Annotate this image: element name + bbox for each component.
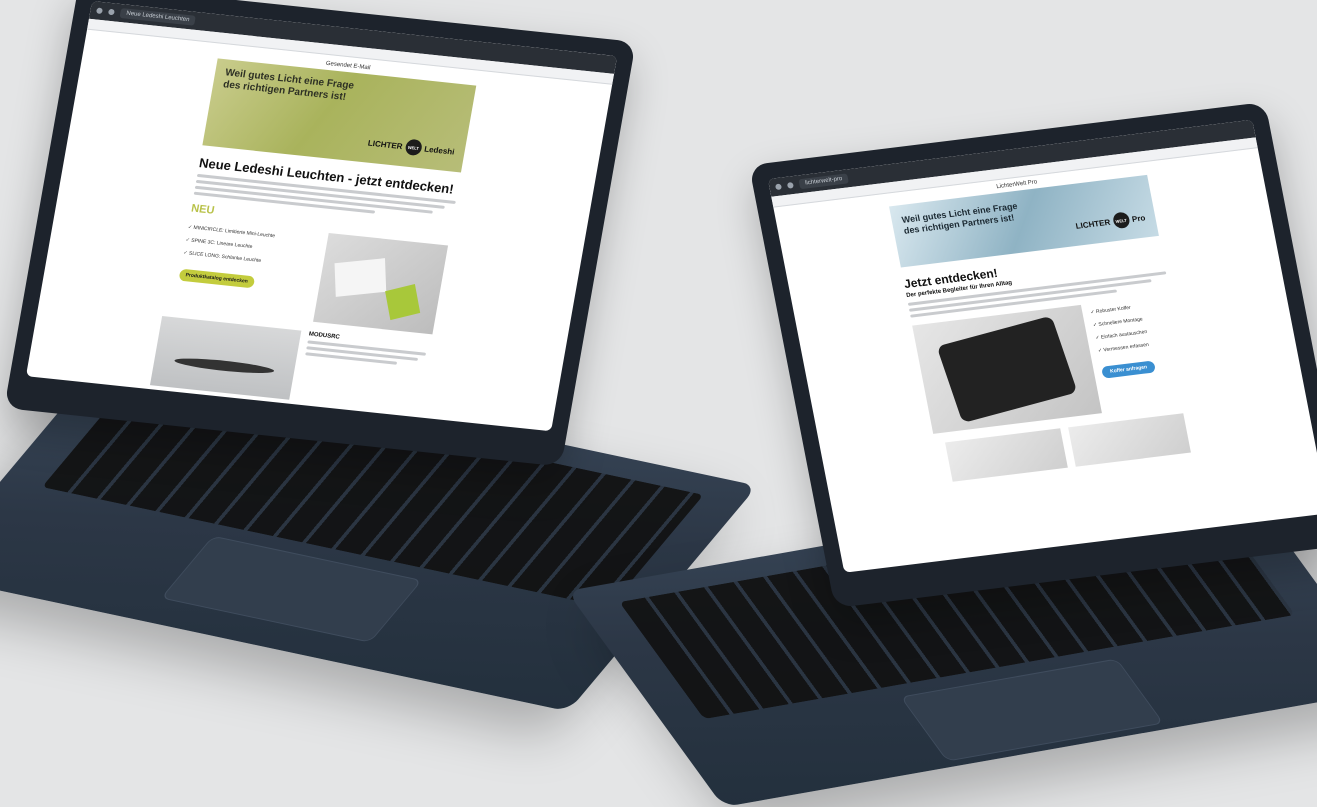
email-body: Gesendet E-Mail Weil gutes Licht eine Fr… — [27, 30, 613, 428]
browser-tab[interactable]: lichterwelt-pro — [798, 173, 850, 190]
logo-word: LICHTER — [1074, 217, 1111, 231]
logo-badge: WELT — [404, 138, 423, 157]
lamp-image — [149, 315, 302, 400]
back-icon[interactable] — [786, 182, 794, 189]
logo-suffix: Pro — [1131, 212, 1147, 224]
thumbnail-image — [1068, 413, 1191, 467]
laptop-2-screen: lichterwelt-pro LichterWelt Pro Weil gut… — [767, 119, 1317, 573]
check-item: ✓ Vermessen erfassen — [1097, 341, 1150, 355]
product-bullets: ✓ MINICIRCLE: Limitierte Mini-Leuchte ✓ … — [174, 218, 321, 321]
brand-logo: LICHTER WELT Pro — [1074, 210, 1147, 234]
laptop-1-screen: Neue Ledeshi Leuchten Gesendet E-Mail We… — [25, 0, 618, 432]
banner-text: Weil gutes Licht eine Frage des richtige… — [222, 67, 355, 103]
feature-checks: ✓ Robuster Koffer ✓ Schnellere Montage ✓… — [1089, 294, 1191, 412]
product-row-2: MODUSRC — [149, 315, 441, 414]
request-case-button[interactable]: Koffer anfragen — [1101, 360, 1157, 379]
close-icon[interactable] — [774, 183, 783, 191]
logo-suffix: Ledeshi — [423, 144, 456, 157]
product-image — [313, 232, 449, 335]
brand-logo: LICHTER WELT Ledeshi — [367, 135, 456, 160]
product-row: ✓ Robuster Koffer ✓ Schnellere Montage ✓… — [912, 294, 1191, 434]
close-icon[interactable] — [95, 7, 103, 15]
banner-text: Weil gutes Licht eine Frage des richtige… — [900, 200, 1019, 236]
thumbnail-image — [945, 428, 1068, 482]
product2-text: MODUSRC — [297, 331, 440, 414]
logo-word: LICHTER — [367, 138, 404, 151]
case-image — [912, 304, 1102, 434]
catalog-button[interactable]: Produktkatalog entdecken — [178, 268, 255, 289]
back-icon[interactable] — [107, 8, 115, 16]
scene: Neue Ledeshi Leuchten Gesendet E-Mail We… — [0, 0, 1317, 807]
laptop-1-lid: Neue Ledeshi Leuchten Gesendet E-Mail We… — [4, 0, 636, 467]
logo-badge: WELT — [1111, 211, 1131, 230]
laptop-2-lid: lichterwelt-pro LichterWelt Pro Weil gut… — [748, 101, 1317, 609]
